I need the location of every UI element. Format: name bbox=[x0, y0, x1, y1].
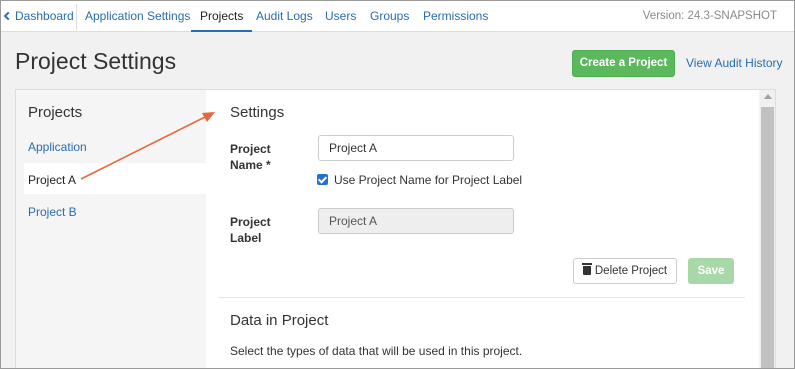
scroll-up-arrow-icon[interactable] bbox=[764, 94, 772, 99]
use-name-checkbox[interactable] bbox=[317, 174, 328, 185]
nav-permissions[interactable]: Permissions bbox=[423, 1, 488, 32]
settings-section-title: Settings bbox=[230, 104, 285, 121]
nav-application-settings[interactable]: Application Settings bbox=[85, 1, 190, 32]
top-nav: Dashboard Application Settings Projects … bbox=[1, 1, 794, 32]
sidebar-item-application[interactable]: Application bbox=[28, 140, 87, 154]
chevron-left-icon bbox=[3, 11, 13, 21]
section-divider bbox=[218, 297, 745, 298]
project-label-input bbox=[318, 208, 514, 234]
project-name-input[interactable] bbox=[318, 135, 514, 161]
delete-project-button[interactable]: Delete Project bbox=[573, 258, 677, 284]
project-label-label: Project Label bbox=[230, 215, 271, 245]
data-in-project-title: Data in Project bbox=[230, 312, 329, 329]
save-button[interactable]: Save bbox=[688, 258, 734, 284]
nav-users[interactable]: Users bbox=[325, 1, 356, 32]
use-name-checkbox-label: Use Project Name for Project Label bbox=[334, 173, 523, 187]
trash-icon bbox=[581, 263, 592, 275]
nav-dashboard-link[interactable]: Dashboard bbox=[15, 1, 74, 32]
nav-groups[interactable]: Groups bbox=[370, 1, 409, 32]
sidebar-item-project-b[interactable]: Project B bbox=[28, 205, 77, 219]
version-label: Version: 24.3-SNAPSHOT bbox=[642, 10, 777, 22]
nav-audit-logs[interactable]: Audit Logs bbox=[256, 1, 313, 32]
view-audit-history-link[interactable]: View Audit History bbox=[686, 56, 783, 70]
project-name-label: Project Name * bbox=[230, 142, 271, 172]
app-window: Dashboard Application Settings Projects … bbox=[0, 0, 795, 369]
nav-projects[interactable]: Projects bbox=[191, 1, 253, 32]
page-title: Project Settings bbox=[15, 48, 177, 74]
sidebar-title: Projects bbox=[28, 104, 83, 121]
create-project-button[interactable]: Create a Project bbox=[572, 50, 675, 77]
scrollbar-thumb[interactable] bbox=[761, 107, 774, 368]
data-in-project-description: Select the types of data that will be us… bbox=[230, 344, 523, 358]
nav-divider bbox=[76, 4, 77, 30]
sidebar-item-project-a[interactable]: Project A bbox=[28, 173, 76, 187]
delete-project-label: Delete Project bbox=[594, 265, 668, 277]
use-name-for-label-row[interactable]: Use Project Name for Project Label bbox=[317, 173, 522, 188]
